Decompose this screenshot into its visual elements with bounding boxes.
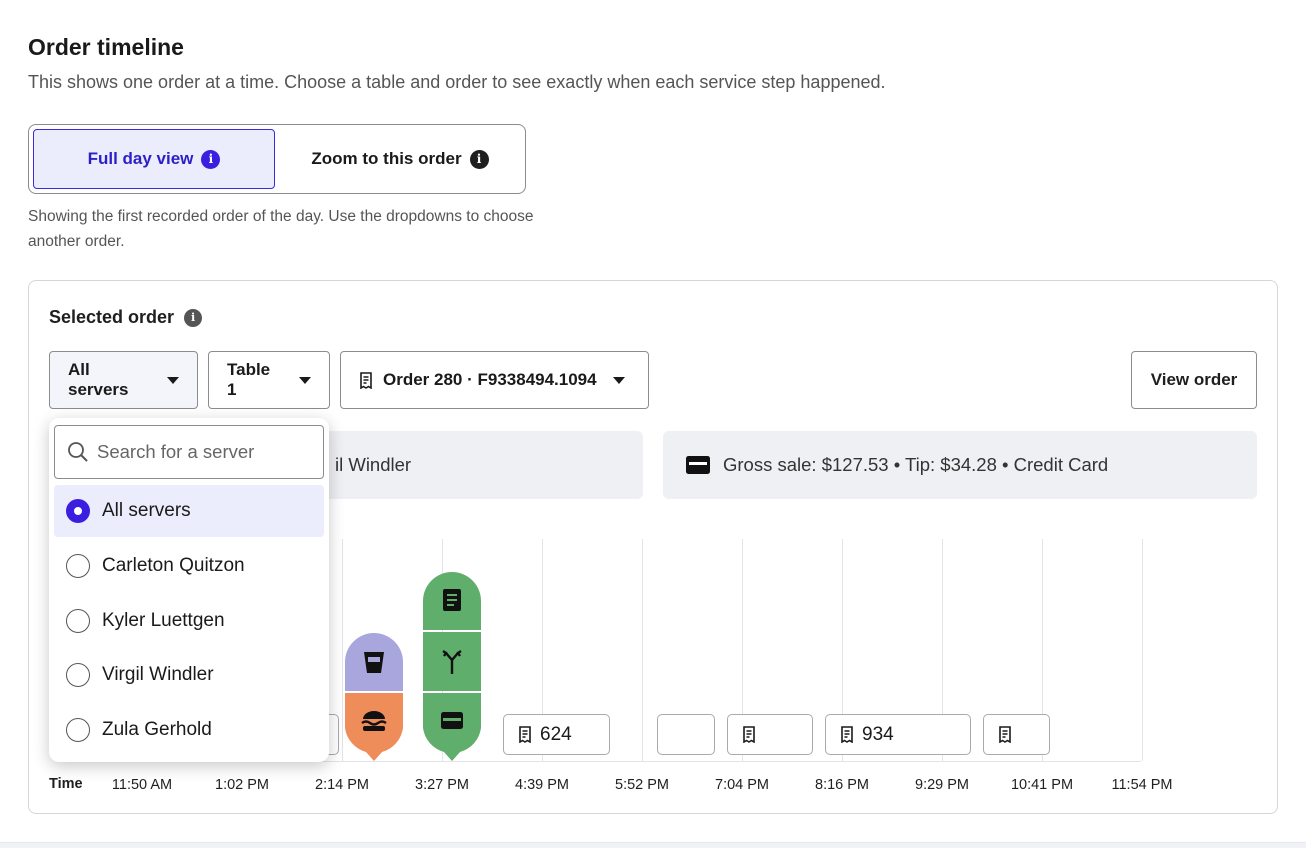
info-icon[interactable]: i — [184, 308, 203, 327]
radio-icon — [66, 718, 90, 742]
time-tick: 2:14 PM — [315, 777, 369, 793]
service-step-stack[interactable] — [422, 571, 484, 762]
server-dropdown-menu: Search for a server All servers Carleton… — [49, 418, 329, 762]
receipt-icon — [360, 371, 372, 389]
info-icon[interactable]: i — [469, 149, 489, 169]
radio-selected-icon — [66, 499, 90, 523]
time-axis-title: Time — [49, 776, 83, 792]
view-toggle: Full day view i Zoom to this order i — [28, 124, 526, 194]
view-order-button[interactable]: View order — [1131, 351, 1257, 409]
server-option-kyler[interactable]: Kyler Luettgen — [54, 595, 324, 647]
server-option-label: Zula Gerhold — [102, 719, 212, 740]
search-placeholder: Search for a server — [97, 441, 255, 462]
radio-icon — [66, 609, 90, 633]
grid-line — [342, 539, 343, 761]
time-tick: 4:39 PM — [515, 777, 569, 793]
info-icon[interactable]: i — [201, 149, 221, 169]
page-title: Order timeline — [28, 34, 184, 60]
time-tick: 5:52 PM — [615, 777, 669, 793]
time-tick: 11:54 PM — [1111, 777, 1173, 793]
full-day-view-option[interactable]: Full day view i — [33, 129, 275, 189]
time-tick: 1:02 PM — [215, 777, 269, 793]
server-dropdown-label: All servers — [68, 360, 129, 399]
payment-info-text: Gross sale: $127.53 • Tip: $34.28 • Cred… — [723, 454, 1109, 475]
time-tick: 3:27 PM — [415, 777, 469, 793]
receipt-icon — [743, 726, 755, 743]
order-box[interactable] — [983, 714, 1050, 755]
order-box[interactable]: 624 — [503, 714, 610, 755]
selected-order-heading: Selected order i — [49, 307, 203, 328]
server-dropdown[interactable]: All servers — [49, 351, 198, 409]
zoom-to-order-label: Zoom to this order — [311, 149, 462, 168]
order-box[interactable] — [727, 714, 813, 755]
time-tick: 7:04 PM — [715, 777, 769, 793]
caret-down-icon — [612, 376, 625, 384]
view-helper-text: Showing the first recorded order of the … — [28, 208, 534, 250]
order-dropdown[interactable]: Order 280 · F9338494.1094 — [340, 351, 649, 409]
time-tick: 8:16 PM — [815, 777, 869, 793]
server-option-zula[interactable]: Zula Gerhold — [54, 704, 324, 756]
server-info-text: il Windler — [335, 454, 412, 475]
search-icon — [68, 442, 88, 462]
credit-card-icon — [686, 456, 710, 474]
receipt-icon — [443, 589, 461, 611]
server-option-label: Kyler Luettgen — [102, 610, 225, 631]
receipt-icon — [841, 726, 853, 743]
order-box-label: 624 — [540, 723, 572, 745]
server-search-input[interactable]: Search for a server — [54, 425, 324, 479]
server-option-label: Carleton Quitzon — [102, 555, 245, 576]
server-option-carleton[interactable]: Carleton Quitzon — [54, 540, 324, 592]
page-subtitle: This shows one order at a time. Choose a… — [28, 72, 886, 92]
time-tick: 10:41 PM — [1010, 777, 1074, 793]
radio-icon — [66, 554, 90, 578]
grid-line — [642, 539, 643, 761]
zoom-to-order-option[interactable]: Zoom to this order i — [279, 129, 521, 189]
grid-line — [1142, 539, 1143, 761]
order-box-label: 934 — [862, 723, 894, 745]
receipt-icon — [999, 726, 1011, 743]
server-option-virgil[interactable]: Virgil Windler — [54, 649, 324, 701]
table-dropdown[interactable]: Table 1 — [208, 351, 330, 409]
server-option-label: All servers — [102, 500, 191, 521]
card-icon — [441, 712, 463, 729]
caret-down-icon — [167, 376, 179, 384]
order-box[interactable]: 934 — [825, 714, 971, 755]
order-dropdown-label: Order 280 · F9338494.1094 — [383, 370, 597, 389]
table-dropdown-label: Table 1 — [227, 360, 271, 399]
time-tick: 9:29 PM — [915, 777, 969, 793]
service-step-stack[interactable] — [344, 632, 406, 762]
page: Order timeline This shows one order at a… — [0, 0, 1306, 843]
receipt-icon — [519, 726, 531, 743]
caret-down-icon — [299, 376, 311, 384]
order-box[interactable] — [657, 714, 715, 755]
time-tick: 11:50 AM — [111, 777, 173, 793]
radio-icon — [66, 663, 90, 687]
drink-icon — [364, 652, 384, 673]
server-option-label: Virgil Windler — [102, 664, 214, 685]
payment-info-panel: Gross sale: $127.53 • Tip: $34.28 • Cred… — [663, 431, 1257, 499]
server-option-all[interactable]: All servers — [54, 485, 324, 537]
full-day-view-label: Full day view — [87, 149, 194, 168]
selected-order-title: Selected order — [49, 307, 175, 327]
